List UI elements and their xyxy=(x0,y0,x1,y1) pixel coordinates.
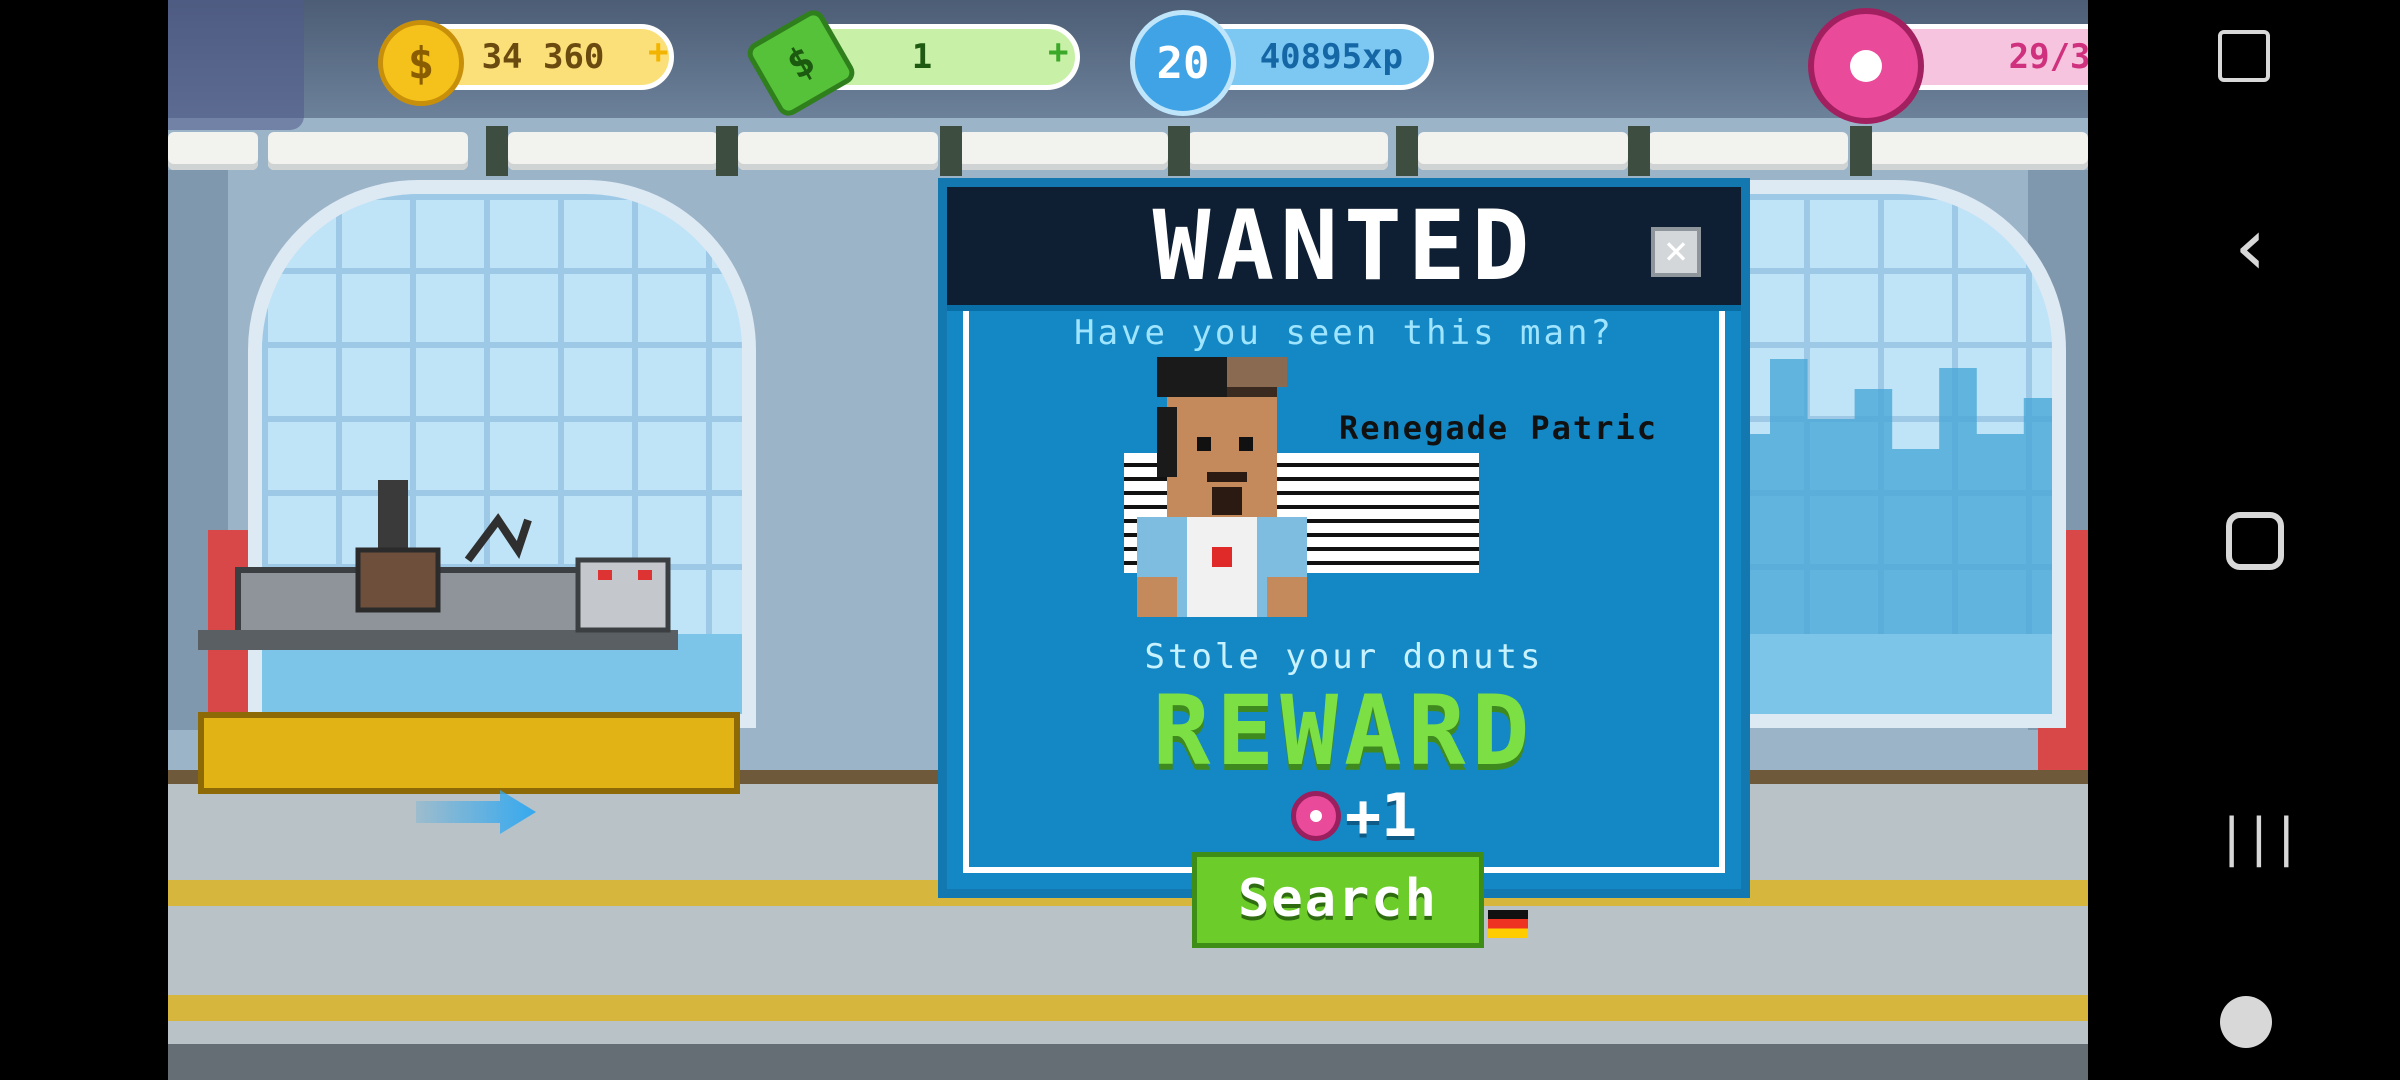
flag-icon xyxy=(1488,910,1528,938)
cash-value: 1 xyxy=(911,37,933,77)
add-coins-button[interactable]: + xyxy=(648,32,668,72)
recents-button[interactable]: ||| xyxy=(2216,808,2302,868)
system-nav-bar: ‹ ||| xyxy=(2088,0,2400,1080)
reward-amount: +1 xyxy=(1291,781,1417,851)
search-button[interactable]: Search xyxy=(1192,852,1484,948)
xp-value: 40895xp xyxy=(1259,37,1403,77)
reward-label: REWARD xyxy=(1152,675,1536,787)
donut-icon xyxy=(1291,791,1341,841)
dialog-titlebar: WANTED xyxy=(947,187,1741,311)
ceiling-rail xyxy=(168,126,2088,176)
level-badge: 20 xyxy=(1130,10,1236,116)
screen-pin-icon[interactable] xyxy=(2218,30,2270,82)
coins-value: 34 360 xyxy=(481,37,605,77)
vehicle-selector[interactable] xyxy=(168,0,304,130)
game-tools-icon[interactable] xyxy=(2220,996,2272,1048)
coin-icon: $ xyxy=(378,20,464,106)
back-button[interactable]: ‹ xyxy=(2216,200,2286,293)
crime-text: Stole your donuts xyxy=(1144,637,1544,677)
wanted-dialog: WANTED × Have you seen this man? Renegad… xyxy=(938,178,1750,898)
game-scene: 34 360 $ + 1 $ + 40895xp 20 29/36 WANTED… xyxy=(168,0,2088,1080)
assembly-platform xyxy=(198,712,740,794)
donut-icon xyxy=(1808,8,1924,124)
home-button[interactable] xyxy=(2226,512,2284,570)
dialog-subtitle: Have you seen this man? xyxy=(1074,313,1614,353)
add-cash-button[interactable]: + xyxy=(1048,32,1068,72)
dialog-title: WANTED xyxy=(1152,190,1536,302)
suspect-portrait xyxy=(1137,357,1307,617)
reward-value: +1 xyxy=(1345,781,1418,851)
close-button[interactable]: × xyxy=(1651,227,1701,277)
donut-value: 29/36 xyxy=(2008,37,2088,77)
vehicle-chassis xyxy=(198,480,678,650)
suspect-name: Renegade Patric xyxy=(1339,409,1658,447)
